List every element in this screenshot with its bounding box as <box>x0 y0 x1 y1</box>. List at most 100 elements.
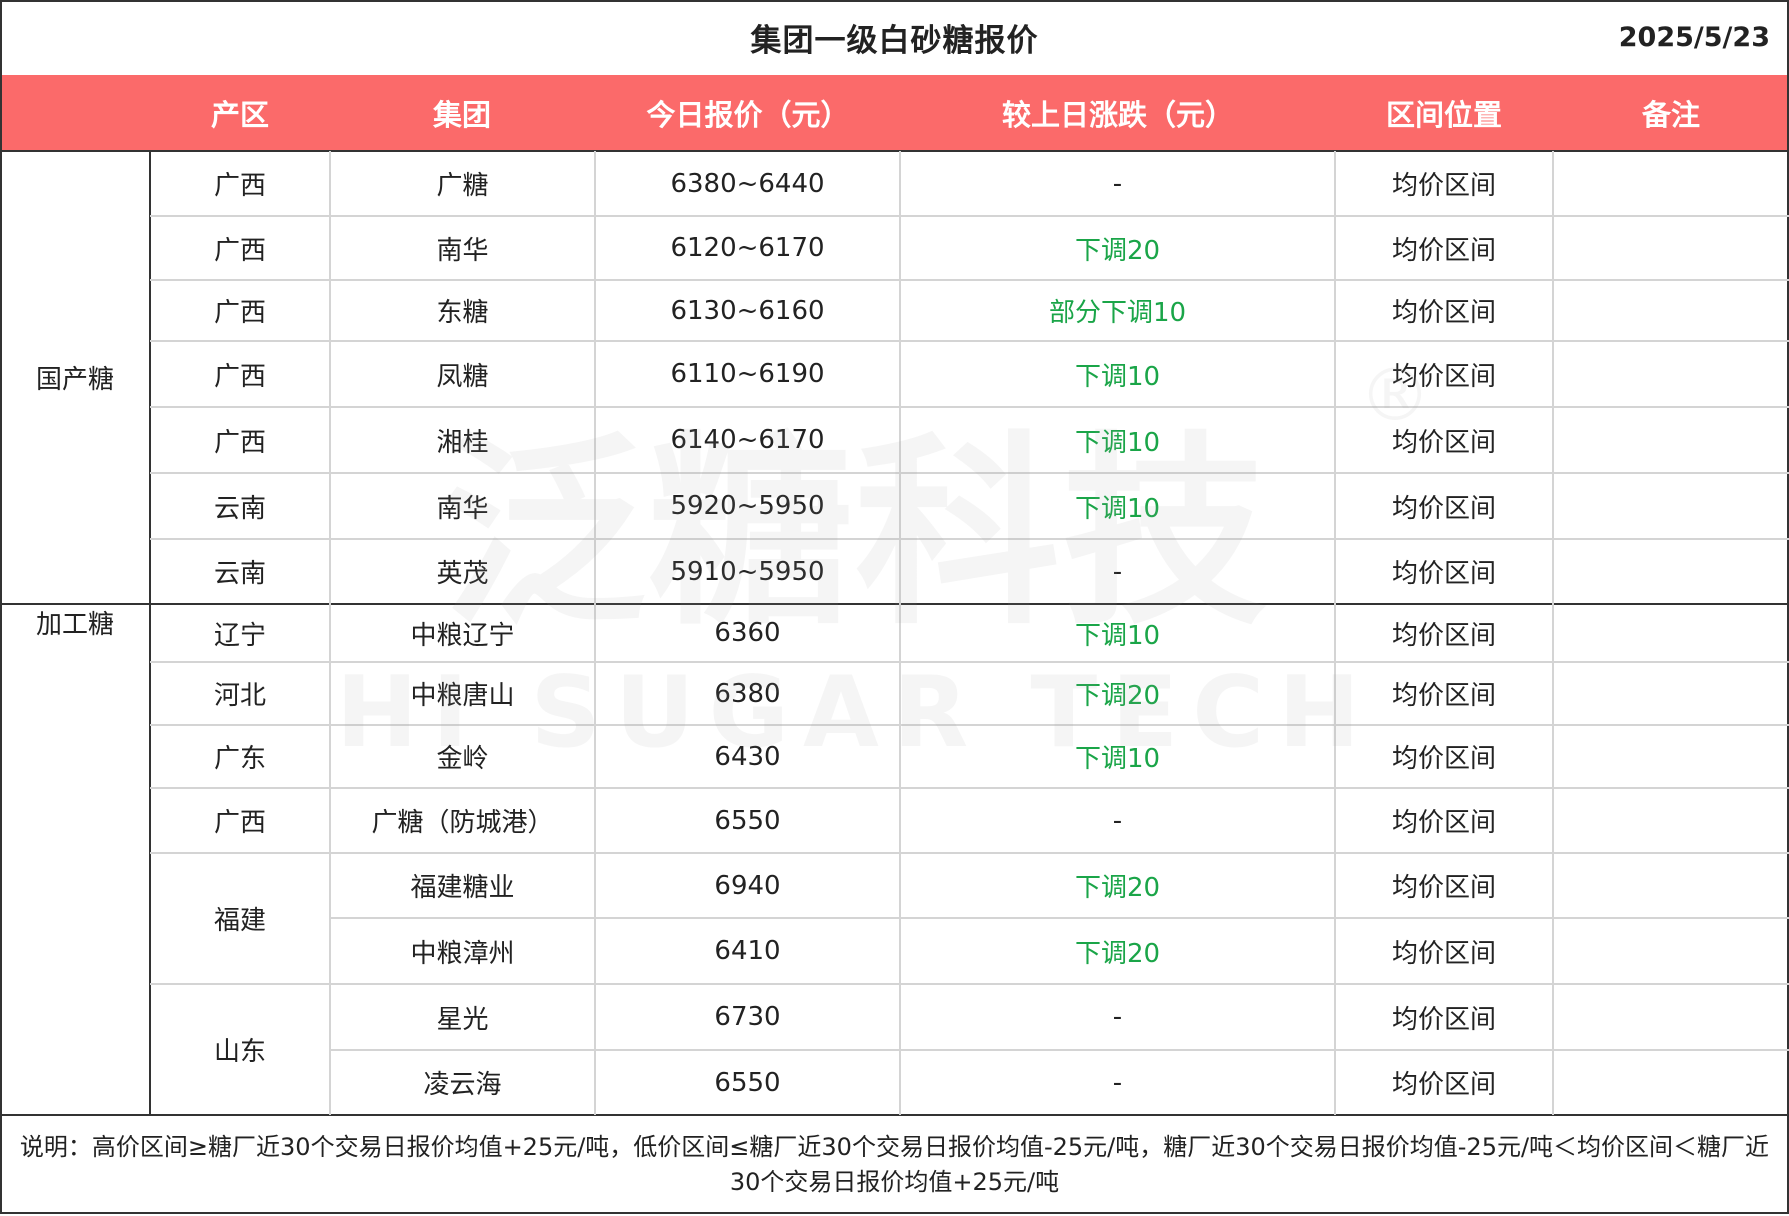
change-cell: 下调10 <box>1074 744 1161 774</box>
change-cell: 下调10 <box>1074 427 1161 458</box>
position-cell: 均价区间 <box>1391 235 1496 266</box>
change-cell: - <box>1112 1002 1123 1032</box>
region-cell: 云南 <box>213 493 266 524</box>
price-cell: 6940 <box>714 870 781 901</box>
row-line <box>150 852 1789 854</box>
change-cell: 下调10 <box>1074 361 1161 392</box>
price-cell: 6550 <box>714 805 781 836</box>
region-cell: 广西 <box>213 298 266 328</box>
position-cell: 均价区间 <box>1391 1004 1496 1035</box>
border-bottom <box>0 1212 1789 1214</box>
change-cell: - <box>1112 556 1123 587</box>
price-cell: 6120~6170 <box>670 233 825 263</box>
note-cell <box>1553 280 1789 341</box>
column-header-5: 备注 <box>1641 98 1700 132</box>
position-cell: 均价区间 <box>1391 938 1496 969</box>
column-line <box>899 151 901 1115</box>
change-cell: 部分下调10 <box>1048 298 1187 328</box>
note-cell <box>1553 1050 1789 1115</box>
footnote-divider <box>0 1114 1789 1116</box>
note-cell <box>1553 407 1789 473</box>
watermark-registered: ® <box>1359 353 1431 437</box>
column-header-2: 今日报价（元） <box>646 98 850 132</box>
price-cell: 6730 <box>714 1002 781 1032</box>
report-date: 2025/5/23 <box>1618 22 1770 53</box>
position-cell: 均价区间 <box>1391 559 1496 589</box>
price-cell: 6410 <box>714 936 781 966</box>
company-cell: 广糖 <box>436 171 489 201</box>
column-line <box>1552 151 1554 1115</box>
price-table-sheet: 集团一级白砂糖报价 2025/5/23 产区 集团 今日报价（元） 较上日涨跌（元） 区间位… <box>0 0 1789 1216</box>
row-line <box>150 215 1789 217</box>
region-cell: 福建 <box>213 906 266 936</box>
row-line <box>150 340 1789 342</box>
column-line <box>329 151 331 1115</box>
group-label-1: 加工糖 <box>35 610 114 640</box>
note-cell <box>1553 725 1789 788</box>
position-cell: 均价区间 <box>1391 493 1496 524</box>
change-cell: 下调20 <box>1074 873 1161 903</box>
note-cell <box>1553 788 1789 853</box>
row-line <box>330 1049 1789 1051</box>
company-cell: 金岭 <box>436 744 489 774</box>
row-line <box>150 472 1789 474</box>
company-cell: 星光 <box>436 1004 489 1035</box>
price-cell: 6110~6190 <box>670 359 825 389</box>
price-cell: 5920~5950 <box>670 491 825 521</box>
company-cell: 中粮唐山 <box>410 681 515 711</box>
region-cell: 山东 <box>213 1037 266 1067</box>
region-cell: 广西 <box>213 361 266 392</box>
region-cell: 辽宁 <box>213 620 266 651</box>
company-cell: 英茂 <box>436 559 489 589</box>
price-cell: 6380~6440 <box>670 168 825 199</box>
position-cell: 均价区间 <box>1391 620 1496 651</box>
note-cell <box>1553 604 1789 662</box>
region-cell: 广西 <box>213 235 266 266</box>
note-cell <box>1553 853 1789 918</box>
position-cell: 均价区间 <box>1391 681 1496 711</box>
group-divider <box>0 603 1789 605</box>
row-line <box>150 787 1789 789</box>
change-cell: 下调20 <box>1074 938 1161 969</box>
note-cell <box>1553 151 1789 216</box>
change-cell: 下调20 <box>1074 681 1161 711</box>
change-cell: 下调10 <box>1074 493 1161 524</box>
company-cell: 南华 <box>436 493 489 524</box>
row-line <box>150 724 1789 726</box>
note-cell <box>1553 216 1789 280</box>
price-cell: 6130~6160 <box>670 295 825 326</box>
company-cell: 广糖（防城港） <box>371 808 554 838</box>
region-cell: 广西 <box>213 171 266 201</box>
position-cell: 均价区间 <box>1391 744 1496 774</box>
position-cell: 均价区间 <box>1391 171 1496 201</box>
company-cell: 南华 <box>436 235 489 266</box>
header-bottom-line <box>0 150 1789 152</box>
note-cell <box>1553 341 1789 407</box>
company-cell: 中粮辽宁 <box>410 620 515 651</box>
table-title: 集团一级白砂糖报价 <box>750 23 1039 59</box>
column-line <box>594 151 596 1115</box>
row-line <box>150 406 1789 408</box>
border-left <box>0 0 2 1214</box>
region-cell: 云南 <box>213 559 266 589</box>
row-line <box>150 279 1789 281</box>
company-cell: 中粮漳州 <box>410 938 515 969</box>
note-cell <box>1553 918 1789 984</box>
note-cell <box>1553 473 1789 539</box>
price-cell: 5910~5950 <box>670 556 825 587</box>
price-cell: 6380 <box>714 678 781 709</box>
price-cell: 6360 <box>714 618 781 648</box>
group-label-0: 国产糖 <box>35 365 114 395</box>
price-cell: 6140~6170 <box>670 425 825 455</box>
change-cell: - <box>1112 805 1123 836</box>
position-cell: 均价区间 <box>1391 298 1496 328</box>
company-cell: 东糖 <box>436 298 489 328</box>
change-cell: - <box>1112 1067 1123 1098</box>
change-cell: - <box>1112 168 1123 199</box>
group-column-line <box>149 151 151 1115</box>
position-cell: 均价区间 <box>1391 873 1496 903</box>
position-cell: 均价区间 <box>1391 808 1496 838</box>
change-cell: 下调20 <box>1074 235 1161 266</box>
note-cell <box>1553 662 1789 725</box>
border-top <box>0 0 1789 2</box>
